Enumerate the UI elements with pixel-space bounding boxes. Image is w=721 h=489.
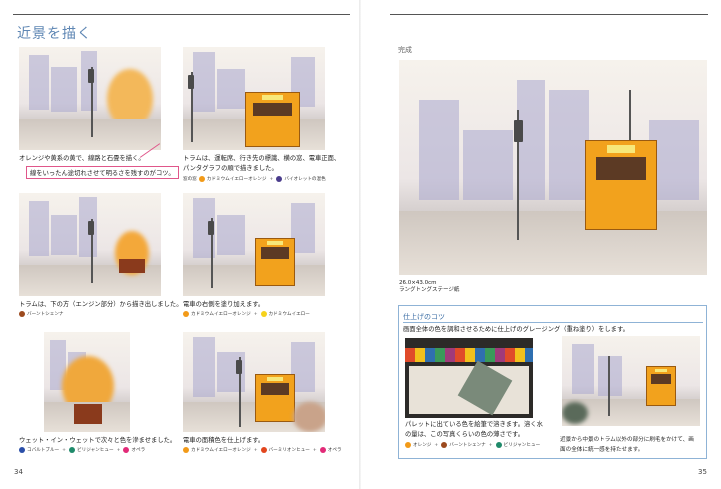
paint-swatch	[19, 311, 25, 317]
step1-note: 線をいったん途切れさせて明るさを残すのがコツ。	[26, 166, 179, 179]
step1-painting	[19, 47, 161, 150]
step3-painting	[19, 193, 161, 296]
paint-swatch	[19, 447, 25, 453]
paint-name: オペラ	[327, 448, 342, 453]
paint-swatch	[123, 447, 130, 453]
plus-sign: +	[488, 442, 493, 448]
paint-swatch	[405, 442, 411, 448]
paint-swatch	[495, 442, 502, 448]
paint-name: コバルトブルー	[27, 448, 60, 453]
paint-swatch	[69, 447, 76, 453]
step1-caption: オレンジや黄系の黄で、線路と石畳を描く。	[19, 155, 145, 162]
paint-name: カドミウムイエローオレンジ	[206, 177, 267, 182]
step6-palette: カドミウムイエローオレンジ + バーミリオンヒュー + オペラ	[183, 447, 342, 453]
paint-name: ビリジャンヒュー	[503, 443, 541, 448]
tips-caption-right-line1: 近景から中景のトラム以外の部分に刷毛をかけて、画	[560, 437, 694, 443]
paint-name: カドミウムイエローオレンジ	[191, 312, 251, 317]
step4-palette: カドミウムイエローオレンジ + カドミウムイエロー	[183, 311, 310, 317]
paint-name: オレンジ	[413, 443, 432, 448]
brush-painting	[562, 336, 700, 426]
paint-name: オペラ	[131, 448, 146, 453]
page-number-right: 35	[698, 468, 707, 476]
step2-caption-line1: トラムは、運転席、行き先の標識、横の窓、電車正面、	[183, 155, 341, 162]
finished-painting	[399, 60, 707, 275]
paint-swatch	[276, 176, 283, 182]
step4-caption: 電車の右側を塗り加えます。	[183, 301, 265, 308]
paint-swatch	[183, 447, 189, 453]
paint-swatch	[260, 447, 267, 453]
step5-palette: コバルトブルー + ビリジャンヒュー + オペラ	[19, 447, 145, 453]
tips-rule	[403, 322, 703, 323]
tips-caption-left-line1: パレットに出ている色を絵筆で溶きます。溶く水	[405, 421, 543, 428]
page-gutter	[359, 0, 361, 489]
step2-caption-line2: パンタグラフの順で描きました。	[183, 165, 278, 172]
page-number-left: 34	[14, 468, 23, 476]
tips-title: 仕上げのコツ	[403, 313, 445, 321]
page-title: 近景を描く	[17, 26, 92, 42]
paint-swatch	[319, 447, 326, 453]
tips-palette: オレンジ + バーントシェンナ + ビリジャンヒュー	[405, 442, 540, 448]
paint-swatch	[198, 176, 205, 182]
step4-painting	[183, 193, 325, 296]
tips-intro: 画面全体の色を調和させるために仕上げのグレージング（重ね塗り）をします。	[403, 326, 629, 333]
step3-caption: トラムは、下の方（エンジン部分）から描き出しました。	[19, 301, 183, 308]
paint-name: バーントシェンナ	[449, 443, 486, 448]
paint-name: カドミウムイエローオレンジ	[191, 448, 251, 453]
tips-caption-left-line2: の量は、この写真くらいの色の薄さです。	[405, 431, 525, 438]
step6-painting	[183, 332, 325, 432]
paint-name: バーントシェンナ	[27, 312, 64, 317]
step5-painting	[44, 332, 130, 432]
step2-painting	[183, 47, 325, 150]
plus-sign: +	[269, 176, 274, 182]
plus-sign: +	[253, 447, 258, 453]
plus-sign: +	[62, 447, 67, 453]
step6-caption: 電車の面積色を仕上げます。	[183, 437, 265, 444]
paint-name: ビリジャンヒュー	[77, 448, 114, 453]
step5-caption: ウェット・イン・ウェットで次々と色を滲ませました。	[19, 437, 177, 444]
paint-swatch	[183, 311, 189, 317]
paint-swatch	[441, 442, 448, 448]
palette-photo	[405, 338, 533, 418]
plus-sign: +	[434, 442, 439, 448]
paint-name: バイオレットの混色	[284, 177, 326, 182]
section-label: 完成	[398, 46, 412, 54]
paint-swatch	[260, 311, 267, 317]
step2-palette: 窓の窓 カドミウムイエローオレンジ + バイオレットの混色	[183, 176, 326, 182]
size-text: 26.0×43.0cm	[399, 280, 437, 286]
top-rule-right	[390, 14, 708, 15]
step3-palette: バーントシェンナ	[19, 311, 64, 317]
palette-prefix: 窓の窓	[183, 177, 197, 182]
paint-name: カドミウムイエロー	[268, 312, 310, 317]
paper-text: ラングトングステージ紙	[399, 287, 460, 293]
paint-name: バーミリオンヒュー	[268, 448, 310, 453]
tips-caption-right-line2: 面の全体に統一感を持たせます。	[560, 447, 644, 453]
plus-sign: +	[116, 447, 121, 453]
top-rule-left	[13, 14, 350, 15]
plus-sign: +	[253, 311, 258, 317]
plus-sign: +	[312, 447, 317, 453]
